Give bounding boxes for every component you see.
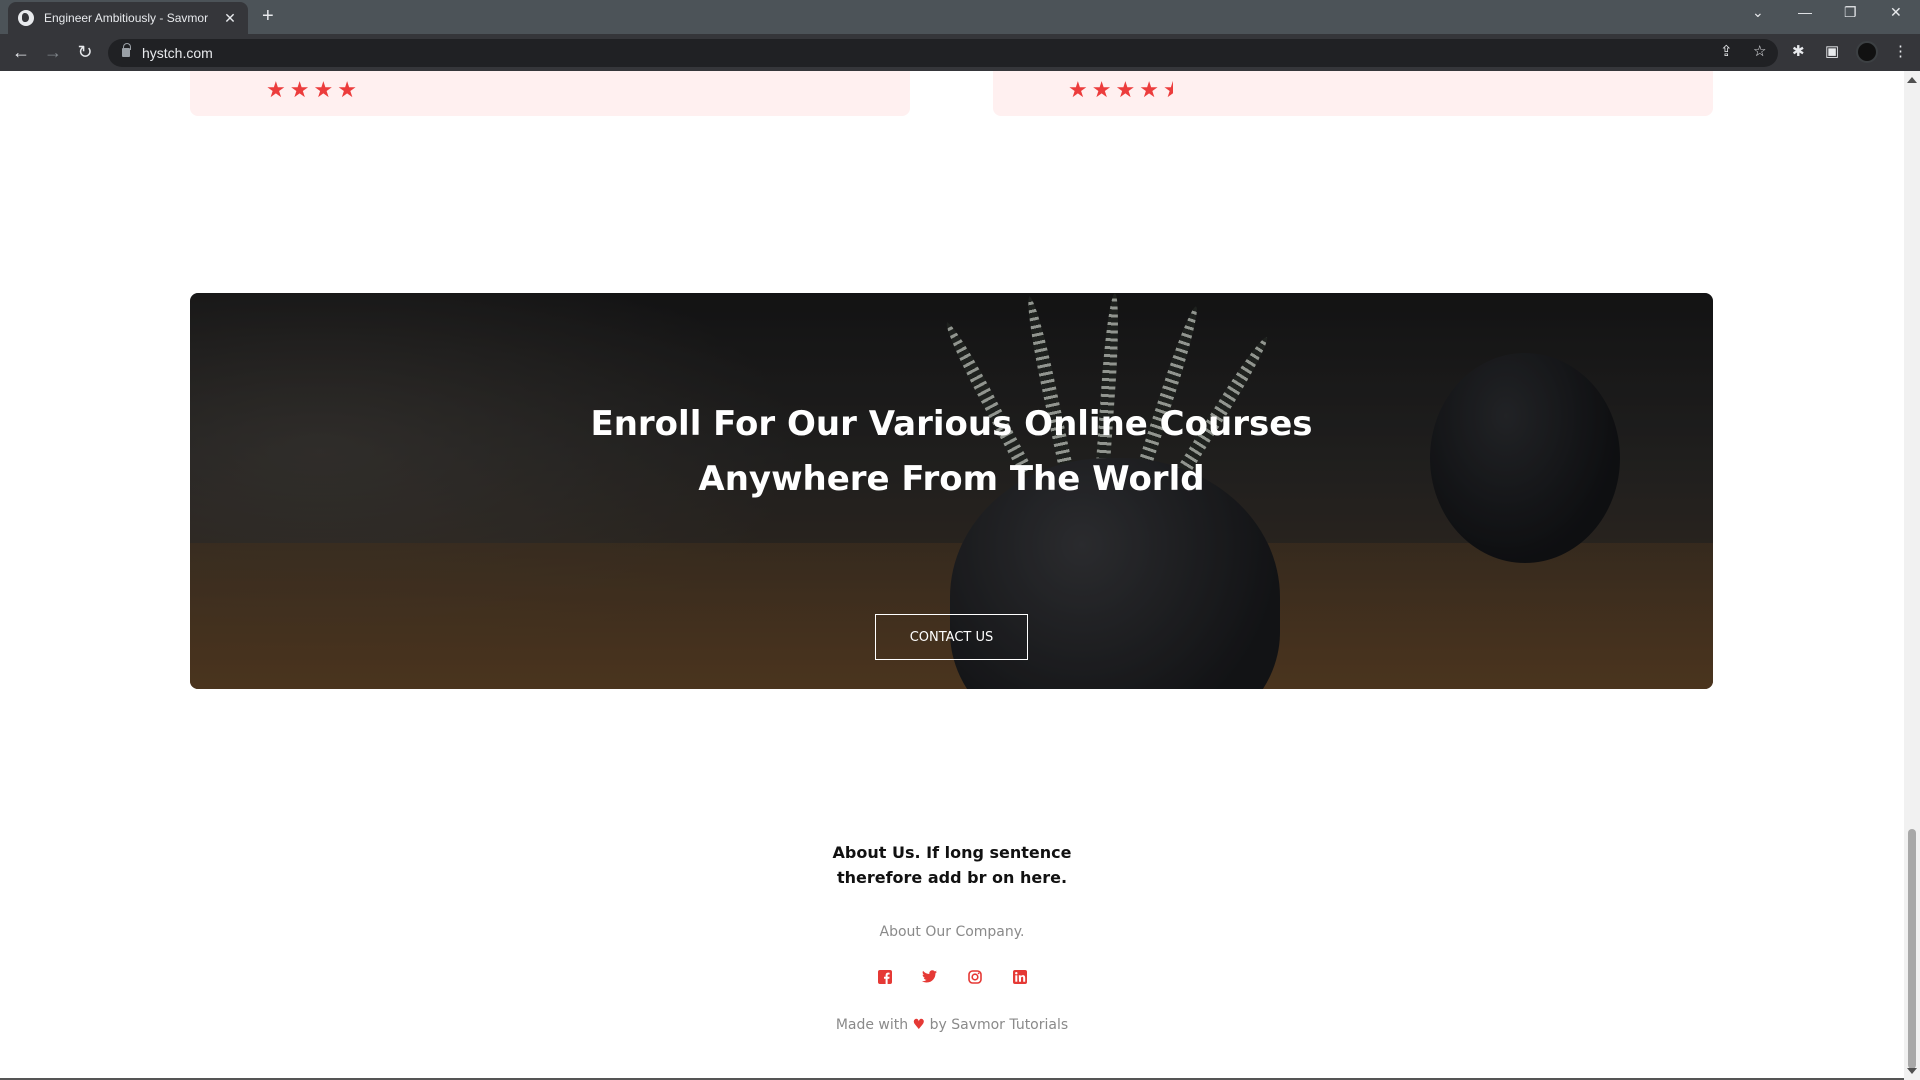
footer-heading: About Us. If long sentence therefore add… <box>0 840 1904 890</box>
browser-tab[interactable]: Engineer Ambitiously - Savmor ✕ <box>8 2 248 34</box>
close-tab-icon[interactable]: ✕ <box>222 10 238 27</box>
scrollbar-thumb[interactable] <box>1908 829 1916 1069</box>
back-icon[interactable]: ← <box>11 42 31 62</box>
tab-title: Engineer Ambitiously - Savmor <box>44 11 209 25</box>
instagram-icon[interactable] <box>967 969 982 984</box>
rating-stars: ★ ★ ★ ★ ★ <box>1068 80 1183 102</box>
vertical-scrollbar[interactable] <box>1904 71 1920 1080</box>
banner-title: Enroll For Our Various Online Courses An… <box>190 397 1713 507</box>
banner-title-line1: Enroll For Our Various Online Courses <box>590 404 1313 444</box>
twitter-icon[interactable] <box>922 969 937 984</box>
star-icon: ★ <box>289 78 310 103</box>
contact-us-button[interactable]: CONTACT US <box>875 614 1028 660</box>
reload-icon[interactable]: ↻ <box>75 42 95 62</box>
new-tab-icon[interactable]: + <box>262 6 274 26</box>
address-bar[interactable]: hystch.com <box>108 39 1778 67</box>
tab-strip: Engineer Ambitiously - Savmor ✕ + ⌄ — ❐ … <box>0 0 1920 34</box>
menu-kebab-icon[interactable]: ⋮ <box>1893 43 1908 61</box>
banner-title-line2: Anywhere From The World <box>698 459 1205 499</box>
minimize-icon[interactable]: — <box>1798 4 1812 20</box>
review-card: ★ ★ ★ ★ ★ <box>993 71 1713 116</box>
made-with-text: Made with ♥ by Savmor Tutorials <box>0 1017 1904 1033</box>
globe-icon <box>18 10 34 26</box>
footer-heading-line2: therefore add br on here. <box>836 868 1068 887</box>
lock-icon[interactable] <box>122 43 131 57</box>
star-icon: ★ <box>313 78 334 103</box>
linkedin-icon[interactable] <box>1012 969 1027 984</box>
forward-icon[interactable]: → <box>43 42 63 62</box>
half-star-icon: ★ <box>1162 78 1183 103</box>
scroll-up-arrow-icon[interactable] <box>1907 77 1917 83</box>
browser-toolbar: ← → ↻ hystch.com ⇪ ☆ ✱ ▣ ⋮ <box>0 34 1920 71</box>
profile-avatar[interactable] <box>1856 41 1878 63</box>
side-panel-icon[interactable]: ▣ <box>1825 43 1839 61</box>
restore-icon[interactable]: ❐ <box>1844 4 1857 21</box>
scroll-down-arrow-icon[interactable] <box>1907 1068 1917 1074</box>
browser-chrome: Engineer Ambitiously - Savmor ✕ + ⌄ — ❐ … <box>0 0 1920 71</box>
star-icon: ★ <box>1115 78 1136 103</box>
facebook-icon[interactable] <box>877 969 892 984</box>
heart-icon: ♥ <box>912 1017 926 1033</box>
footer-heading-line1: About Us. If long sentence <box>832 843 1072 862</box>
star-icon: ★ <box>266 78 286 103</box>
made-with-suffix: by Savmor Tutorials <box>929 1017 1069 1033</box>
star-icon: ★ <box>1091 78 1112 103</box>
bookmark-star-icon[interactable]: ☆ <box>1753 43 1766 61</box>
review-card: ★ ★ ★ ★ <box>190 71 910 116</box>
extensions-icon[interactable]: ✱ <box>1792 43 1805 61</box>
rating-stars: ★ ★ ★ ★ <box>266 80 357 102</box>
tab-search-icon[interactable]: ⌄ <box>1752 4 1764 21</box>
share-icon[interactable]: ⇪ <box>1720 43 1733 61</box>
social-links <box>0 969 1904 984</box>
url-text[interactable]: hystch.com <box>142 45 213 61</box>
star-icon: ★ <box>1139 78 1159 103</box>
made-with-prefix: Made with <box>835 1017 909 1033</box>
page-viewport: ★ ★ ★ ★ ★ ★ ★ ★ ★ Enroll For Our Various… <box>0 71 1904 1080</box>
star-icon: ★ <box>337 78 357 103</box>
enroll-banner: Enroll For Our Various Online Courses An… <box>190 293 1713 689</box>
close-window-icon[interactable]: ✕ <box>1890 4 1902 21</box>
footer-subtext: About Our Company. <box>879 924 1025 940</box>
star-icon: ★ <box>1068 78 1088 103</box>
